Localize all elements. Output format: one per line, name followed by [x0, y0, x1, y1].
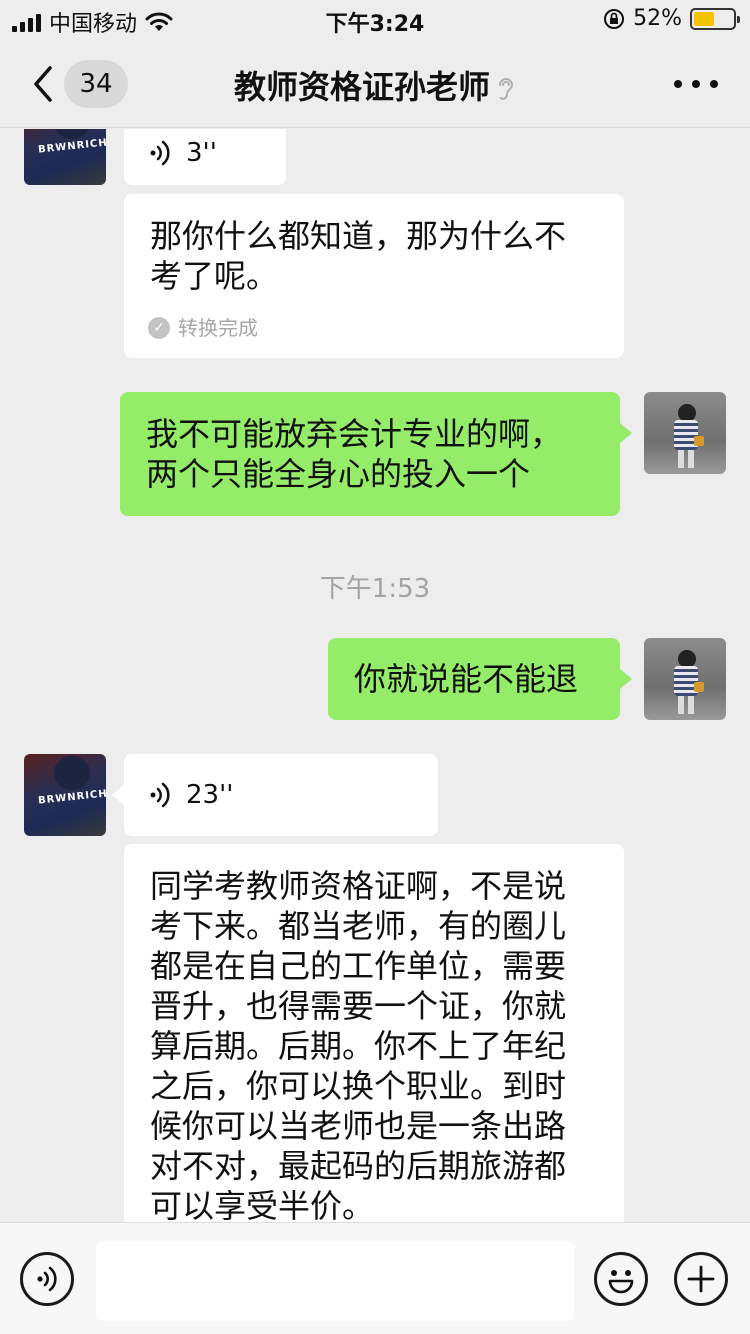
nav-bar: 34 教师资格证孙老师: [0, 40, 750, 128]
voice-duration: 23'': [186, 780, 234, 810]
plus-icon[interactable]: [674, 1252, 728, 1306]
battery-percent: 52%: [633, 6, 682, 31]
voice-wave-icon: [150, 140, 170, 166]
text-line: 两个只能全身心的投入一个: [146, 455, 531, 493]
text-line: 算后期。后期。你不上了年纪: [150, 1027, 567, 1065]
more-icon[interactable]: [674, 70, 718, 98]
voice-message[interactable]: 23'': [124, 754, 438, 836]
voice-duration: 3'': [186, 138, 217, 168]
sent-message[interactable]: 我不可能放弃会计专业的啊， 两个只能全身心的投入一个: [120, 392, 620, 516]
orientation-lock-icon: [604, 8, 625, 29]
text-line: 我不可能放弃会计专业的啊，: [146, 415, 563, 453]
transcription-text: 那你什么都知道，那为什么不 考了呢。: [124, 194, 624, 296]
conversion-status: ✓ 转换完成: [148, 316, 258, 340]
text-line: 同学考教师资格证啊，不是说: [150, 867, 567, 905]
text-line: 可以享受半价。: [150, 1187, 375, 1222]
sent-message[interactable]: 你就说能不能退: [328, 638, 620, 720]
status-bar: 中国移动 下午3:24 52%: [0, 0, 750, 40]
input-bar: [0, 1222, 750, 1334]
message-timestamp: 下午1:53: [319, 574, 431, 604]
battery-icon: [690, 7, 740, 30]
chat-title: 教师资格证孙老师: [0, 62, 750, 108]
text-line: 之后，你可以换个职业。到时: [150, 1067, 567, 1105]
chat-title-text: 教师资格证孙老师: [233, 68, 490, 106]
voice-transcription[interactable]: 同学考教师资格证啊，不是说 考下来。都当老师，有的圈儿 都是在自己的工作单位，需…: [124, 844, 624, 1222]
text-line: 都是在自己的工作单位，需要: [150, 947, 567, 985]
text-line: 你就说能不能退: [354, 660, 579, 698]
ear-icon: [499, 78, 514, 100]
chat-message-list[interactable]: BRWNRICH 3'' 那你什么都知道，那为什么不 考了呢。 ✓ 转换完成 我…: [0, 129, 750, 1222]
emoji-icon[interactable]: [594, 1252, 648, 1306]
battery-fill: [694, 11, 714, 26]
voice-wave-icon: [150, 782, 170, 808]
voice-message[interactable]: 3'': [124, 129, 286, 185]
conversion-status-label: 转换完成: [178, 316, 258, 340]
contact-avatar[interactable]: BRWNRICH: [24, 754, 106, 836]
message-input[interactable]: [96, 1241, 574, 1321]
my-avatar[interactable]: [644, 638, 726, 720]
status-right: 52%: [603, 6, 740, 31]
contact-avatar[interactable]: BRWNRICH: [24, 129, 106, 185]
text-line: 候你可以当老师也是一条出路: [150, 1107, 567, 1145]
voice-transcription[interactable]: 那你什么都知道，那为什么不 考了呢。 ✓ 转换完成: [124, 194, 624, 358]
my-avatar[interactable]: [644, 392, 726, 474]
text-line: 考下来。都当老师，有的圈儿: [150, 907, 567, 945]
text-line: 那你什么都知道，那为什么不: [150, 217, 567, 255]
text-line: 考了呢。: [150, 257, 279, 295]
text-line: 晋升，也得需要一个证，你就: [150, 987, 567, 1025]
text-line: 对不对，最起码的后期旅游都: [150, 1147, 567, 1185]
check-circle-icon: ✓: [148, 317, 170, 339]
voice-mode-icon[interactable]: [20, 1252, 74, 1306]
